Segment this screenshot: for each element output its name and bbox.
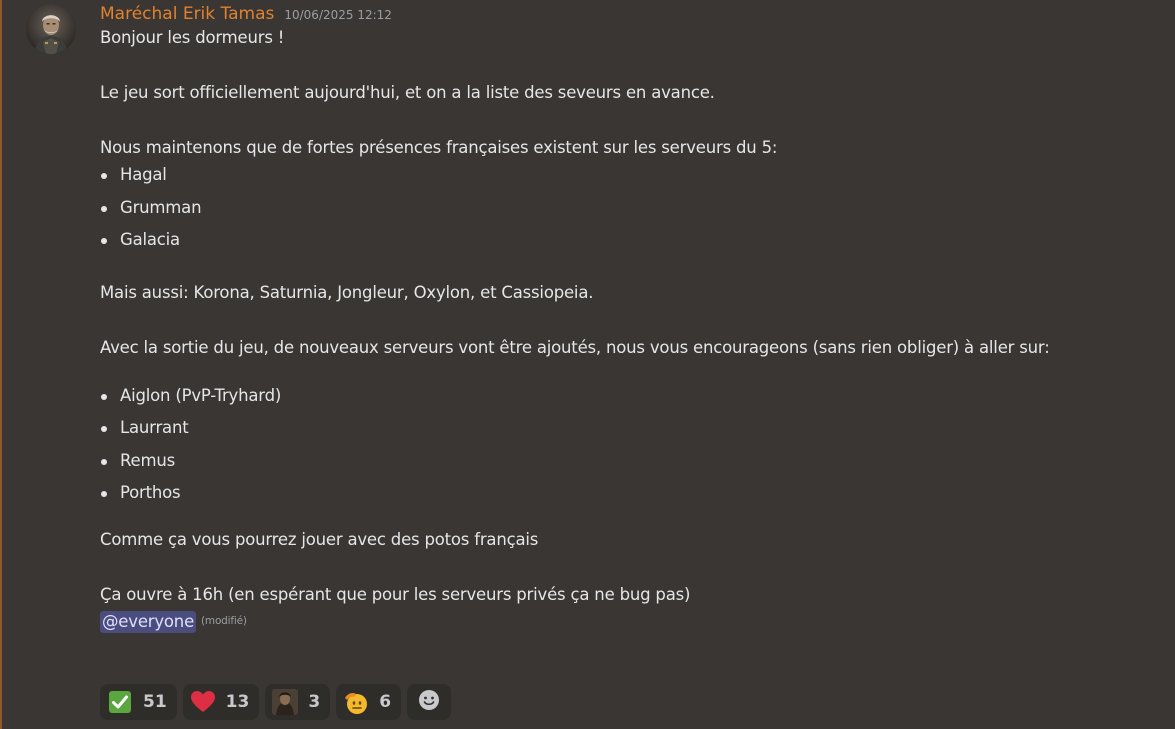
- reaction-count: 3: [308, 692, 321, 712]
- smiley-plus-icon: [417, 688, 441, 716]
- list-item: Aiglon (PvP-Tryhard): [101, 386, 1160, 419]
- paragraph-new-servers: Avec la sortie du jeu, de nouveaux serve…: [100, 337, 1050, 357]
- reactions-bar: 51 13 3 6: [100, 684, 452, 720]
- list-item: Galacia: [101, 230, 1160, 263]
- author-avatar[interactable]: [26, 4, 76, 54]
- message-content: Bonjour les dormeurs ! Le jeu sort offic…: [100, 26, 1160, 634]
- everyone-mention[interactable]: @everyone: [100, 610, 197, 633]
- author-name[interactable]: Maréchal Erik Tamas: [100, 4, 274, 24]
- list-item: Hagal: [101, 165, 1160, 198]
- add-reaction-button[interactable]: [407, 684, 452, 720]
- custom-soldier-icon: [272, 689, 299, 715]
- avatar-portrait-icon: [26, 4, 76, 54]
- paragraph-opening: Ça ouvre à 16h (en espérant que pour les…: [100, 584, 691, 604]
- server-list-main: Hagal Grumman Galacia: [100, 165, 1160, 263]
- paragraph-friends: Comme ça vous pourrez jouer avec des pot…: [100, 529, 539, 549]
- reaction-custom[interactable]: 3: [265, 684, 331, 720]
- reaction-check[interactable]: 51: [100, 684, 177, 720]
- paragraph-maintain: Nous maintenons que de fortes présences …: [100, 138, 778, 157]
- paragraph-release: Le jeu sort officiellement aujourd'hui, …: [100, 83, 715, 102]
- saluting-face-icon: [343, 689, 369, 715]
- message-header: Maréchal Erik Tamas 10/06/2025 12:12: [100, 4, 1160, 26]
- check-mark-icon: [107, 689, 133, 715]
- message: Maréchal Erik Tamas 10/06/2025 12:12 Bon…: [100, 4, 1160, 634]
- message-pane: Maréchal Erik Tamas 10/06/2025 12:12 Bon…: [0, 0, 1175, 729]
- list-item: Porthos: [101, 483, 1160, 516]
- mention-row: @everyone (modifié): [100, 610, 1160, 634]
- reaction-salute[interactable]: 6: [336, 684, 402, 720]
- server-list-new: Aiglon (PvP-Tryhard) Laurrant Remus Port…: [100, 386, 1160, 516]
- list-item: Grumman: [101, 198, 1160, 231]
- reaction-heart[interactable]: 13: [182, 684, 260, 720]
- message-timestamp: 10/06/2025 12:12: [284, 8, 392, 22]
- red-heart-icon: [190, 689, 216, 715]
- paragraph-also: Mais aussi: Korona, Saturnia, Jongleur, …: [100, 282, 594, 302]
- list-item: Remus: [101, 451, 1160, 484]
- list-item: Laurrant: [101, 418, 1160, 451]
- paragraph-greeting: Bonjour les dormeurs !: [100, 28, 285, 47]
- reaction-count: 51: [143, 692, 167, 712]
- edited-label: (modifié): [201, 615, 247, 627]
- reaction-count: 6: [379, 692, 392, 712]
- reaction-count: 13: [225, 692, 250, 712]
